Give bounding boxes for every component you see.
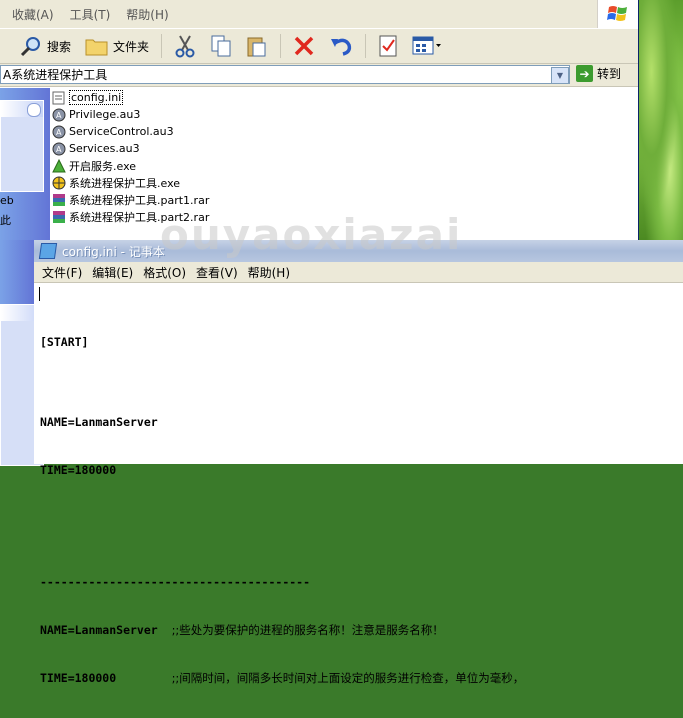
address-input[interactable]: A系统进程保护工具 ▼ (0, 65, 570, 84)
file-name: 开启服务.exe (69, 159, 137, 173)
folders-button[interactable]: 文件夹 (80, 31, 154, 61)
text-line: TIME=180000 (40, 463, 117, 477)
views-button[interactable] (407, 31, 447, 61)
autoit-script-icon: A (52, 142, 66, 156)
task-pane-lower (0, 240, 44, 466)
views-grid-icon (412, 36, 442, 55)
delete-button[interactable] (288, 31, 320, 61)
undo-button[interactable] (324, 31, 358, 61)
notepad-text-area[interactable]: [START] NAME=LanmanServer TIME=180000 --… (39, 286, 683, 685)
svg-text:A: A (56, 128, 62, 137)
text-line: NAME=LanmanServer (40, 415, 158, 429)
menu-favorites[interactable]: 收藏(A) (12, 6, 54, 23)
autoit-script-icon: A (52, 125, 66, 139)
notepad-window: config.ini - 记事本 文件(F) 编辑(E) 格式(O) 查看(V)… (34, 240, 683, 685)
copy-icon (211, 35, 231, 57)
menu-format[interactable]: 格式(O) (143, 264, 186, 281)
file-name: Privilege.au3 (69, 108, 141, 121)
list-item[interactable]: config.ini (52, 89, 209, 106)
file-name: 系统进程保护工具.exe (69, 176, 181, 190)
folders-label: 文件夹 (113, 39, 150, 54)
ini-file-icon (52, 91, 66, 105)
list-item[interactable]: 系统进程保护工具.exe (52, 174, 209, 191)
text-line: --------------------------------------- (40, 575, 311, 589)
rar-archive-icon (52, 193, 66, 207)
explorer-window: 收藏(A) 工具(T) 帮助(H) 搜索 文件夹 A系统进程保护工具 ▼ ➔ 转… (0, 0, 639, 240)
paste-button[interactable] (241, 31, 273, 61)
explorer-menubar: 收藏(A) 工具(T) 帮助(H) (0, 0, 638, 29)
toolbar-separator (365, 34, 367, 58)
windows-logo-icon (597, 0, 638, 28)
copy-button[interactable] (205, 31, 237, 61)
text-line: [START] (40, 335, 89, 349)
properties-button[interactable] (373, 31, 403, 61)
task-pane-text: eb (0, 194, 14, 207)
file-name: ServiceControl.au3 (69, 125, 174, 138)
text-line: TIME=180000 ;;间隔时间，间隔多长时间对上面设定的服务进行检查，单位… (40, 671, 525, 685)
properties-icon (379, 35, 397, 57)
svg-text:A: A (56, 145, 62, 154)
toolbar-separator (161, 34, 163, 58)
folder-icon (85, 39, 108, 56)
list-item[interactable]: 开启服务.exe (52, 157, 209, 174)
task-pane: eb 此 (0, 88, 50, 240)
address-bar: A系统进程保护工具 ▼ ➔ 转到 (0, 64, 638, 87)
search-icon (20, 37, 40, 57)
desktop-wallpaper (638, 0, 683, 240)
svg-text:A: A (56, 111, 62, 120)
chevron-down-icon[interactable]: ▼ (551, 67, 569, 84)
cut-button[interactable] (169, 31, 201, 61)
exe-triangle-icon (52, 158, 66, 173)
menu-file[interactable]: 文件(F) (42, 264, 82, 281)
arrow-right-icon: ➔ (576, 65, 593, 82)
window-title: config.ini - 记事本 (62, 244, 165, 259)
list-item[interactable]: A Services.au3 (52, 140, 209, 157)
undo-icon (331, 38, 352, 56)
file-name: config.ini (69, 90, 124, 105)
collapse-chevron-icon[interactable] (27, 103, 41, 117)
autoit-script-icon: A (52, 108, 66, 122)
file-name: 系统进程保护工具.part1.rar (69, 193, 210, 207)
watermark: ouyaoxiazai (160, 210, 463, 259)
delete-x-icon (294, 36, 314, 56)
task-pane-text: 此 (0, 214, 11, 227)
notepad-menubar: 文件(F) 编辑(E) 格式(O) 查看(V) 帮助(H) (34, 262, 683, 283)
task-pane-header[interactable] (1, 101, 43, 117)
file-list: config.ini A Privilege.au3 A ServiceCont… (52, 89, 209, 225)
menu-edit[interactable]: 编辑(E) (92, 264, 133, 281)
list-item[interactable]: 系统进程保护工具.part1.rar (52, 191, 209, 208)
list-item[interactable]: A ServiceControl.au3 (52, 123, 209, 140)
toolbar-separator (280, 34, 282, 58)
goto-label: 转到 (597, 67, 622, 81)
menu-help[interactable]: 帮助(H) (248, 264, 290, 281)
exe-shield-icon (52, 176, 66, 190)
paste-icon (247, 37, 266, 57)
menu-tools[interactable]: 工具(T) (70, 6, 111, 23)
goto-button[interactable]: ➔ 转到 (576, 65, 621, 82)
task-pane-box (0, 100, 44, 192)
text-cursor (39, 287, 40, 301)
scissors-icon (175, 35, 195, 58)
list-item[interactable]: A Privilege.au3 (52, 106, 209, 123)
menu-help[interactable]: 帮助(H) (126, 6, 168, 23)
notepad-icon (38, 243, 58, 259)
file-name: Services.au3 (69, 142, 140, 155)
rar-archive-icon (52, 210, 66, 224)
text-line: NAME=LanmanServer ;;些处为要保护的进程的服务名称！注意是服务… (40, 623, 444, 637)
menu-view[interactable]: 查看(V) (196, 264, 238, 281)
explorer-toolbar: 搜索 文件夹 (0, 29, 638, 64)
search-label: 搜索 (47, 39, 72, 54)
address-text: A系统进程保护工具 (3, 68, 108, 82)
search-button[interactable]: 搜索 (14, 31, 76, 61)
